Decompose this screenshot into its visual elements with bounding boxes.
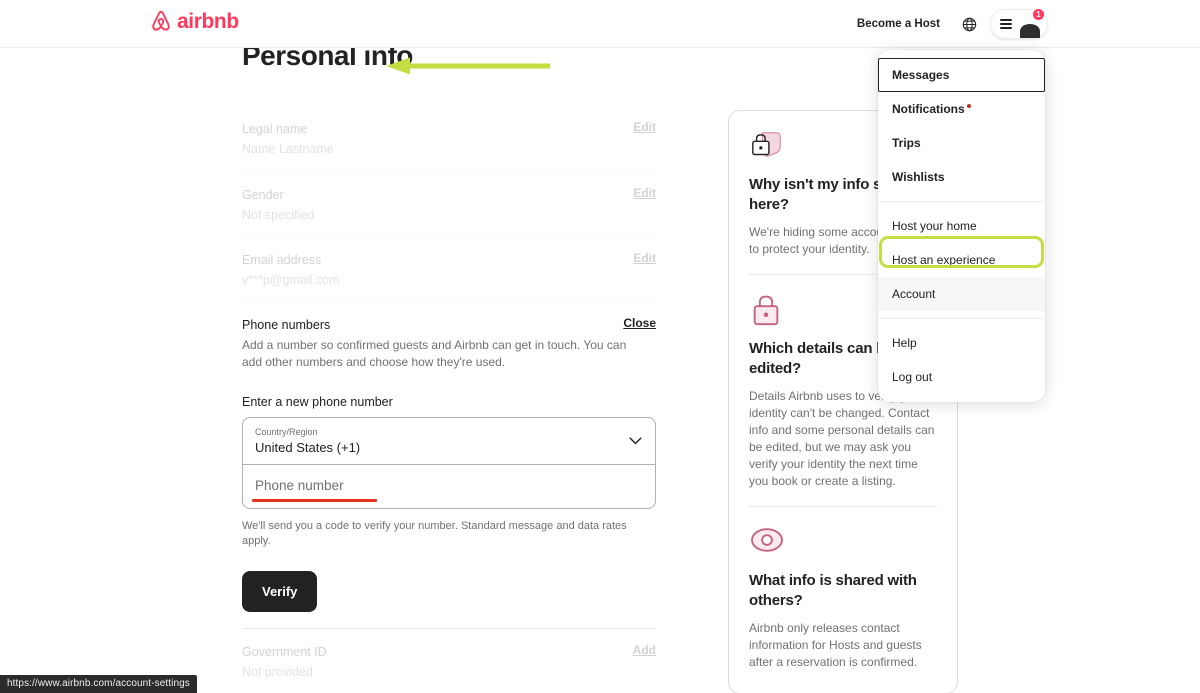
globe-icon[interactable] bbox=[954, 9, 984, 39]
browser-status-url: https://www.airbnb.com/account-settings bbox=[0, 675, 197, 693]
menu-item-messages[interactable]: Messages bbox=[878, 58, 1045, 92]
phone-form-heading: Enter a new phone number bbox=[242, 395, 393, 409]
country-region-select[interactable]: Country/Region United States (+1) bbox=[243, 418, 655, 465]
menu-item-label: Notifications bbox=[892, 102, 965, 116]
row-value: Not specified bbox=[242, 208, 315, 222]
info-title: What info is shared with others? bbox=[749, 572, 917, 609]
menu-item-trips[interactable]: Trips bbox=[878, 126, 1045, 160]
phone-section-description: Add a number so confirmed guests and Air… bbox=[242, 338, 627, 369]
menu-divider-1 bbox=[878, 201, 1045, 202]
menu-divider-2 bbox=[878, 318, 1045, 319]
eye-oval-icon bbox=[749, 525, 937, 559]
menu-item-notifications[interactable]: Notifications bbox=[878, 92, 1045, 126]
phone-number-placeholder: Phone number bbox=[255, 478, 344, 493]
edit-email-link[interactable]: Edit bbox=[633, 251, 656, 265]
phone-helper-text: We'll send you a code to verify your num… bbox=[242, 520, 627, 547]
row-value: Name Lastname bbox=[242, 142, 334, 156]
phone-number-input[interactable]: Phone number bbox=[243, 465, 655, 508]
add-government-id-link[interactable]: Add bbox=[633, 643, 656, 657]
row-value: v***p@gmail.com bbox=[242, 273, 340, 287]
menu-item-host-your-home[interactable]: Host your home bbox=[878, 209, 1045, 243]
edit-gender-link[interactable]: Edit bbox=[633, 186, 656, 200]
phone-section-label: Phone numbers bbox=[242, 318, 331, 332]
menu-item-wishlists[interactable]: Wishlists bbox=[878, 160, 1045, 194]
verify-button[interactable]: Verify bbox=[242, 571, 318, 612]
row-label: Legal name bbox=[242, 122, 308, 136]
phone-input-group: Country/Region United States (+1) Phone … bbox=[242, 417, 656, 509]
row-label: Government ID bbox=[242, 645, 327, 659]
airbnb-wordmark: airbnb bbox=[177, 9, 239, 33]
menu-item-help[interactable]: Help bbox=[878, 326, 1045, 360]
info-block-what-info-shared: What info is shared with others? Airbnb … bbox=[749, 506, 937, 673]
profile-menu-button[interactable]: 1 bbox=[990, 8, 1048, 39]
row-label: Gender bbox=[242, 188, 284, 202]
title-arrow-annotation bbox=[384, 56, 550, 81]
row-legal-name: Legal name Name Lastname Edit bbox=[242, 110, 656, 172]
row-gender: Gender Not specified Edit bbox=[242, 172, 656, 237]
personal-info-form: Legal name Name Lastname Edit Gender Not… bbox=[242, 110, 656, 693]
country-region-label: Country/Region bbox=[255, 427, 318, 437]
hamburger-icon bbox=[1000, 19, 1012, 29]
menu-item-log-out[interactable]: Log out bbox=[878, 360, 1045, 394]
chevron-down-icon bbox=[629, 432, 642, 450]
edit-legal-name-link[interactable]: Edit bbox=[633, 120, 656, 134]
unread-dot-icon bbox=[966, 104, 971, 108]
row-phone-numbers: Phone numbers Close Add a number so conf… bbox=[242, 302, 656, 629]
menu-item-account[interactable]: Account bbox=[878, 277, 1045, 311]
row-government-id: Government ID Not provided Add bbox=[242, 629, 656, 693]
row-label: Email address bbox=[242, 253, 322, 267]
row-email-address: Email address v***p@gmail.com Edit bbox=[242, 237, 656, 302]
nav-right-group: Become a Host 1 bbox=[847, 0, 1048, 48]
country-region-value: United States (+1) bbox=[255, 440, 361, 455]
notification-badge: 1 bbox=[1032, 8, 1045, 21]
airbnb-mark-icon bbox=[150, 9, 172, 33]
menu-item-host-an-experience[interactable]: Host an experience bbox=[878, 243, 1045, 277]
row-value: Not provided bbox=[242, 665, 313, 679]
avatar: 1 bbox=[1018, 8, 1045, 36]
top-navigation-bar: airbnb Become a Host 1 bbox=[0, 0, 1200, 48]
close-phone-section-link[interactable]: Close bbox=[623, 316, 656, 330]
phone-field-underline-annotation bbox=[252, 499, 377, 502]
info-body: Details Airbnb uses to verify your ident… bbox=[749, 389, 935, 488]
info-body: Airbnb only releases contact information… bbox=[749, 621, 922, 669]
become-a-host-link[interactable]: Become a Host bbox=[847, 10, 950, 38]
page-root: airbnb Become a Host 1 Personal info Leg… bbox=[0, 0, 1200, 693]
account-dropdown-menu: Messages Notifications Trips Wishlists H… bbox=[878, 50, 1045, 402]
airbnb-logo[interactable]: airbnb bbox=[150, 9, 239, 33]
